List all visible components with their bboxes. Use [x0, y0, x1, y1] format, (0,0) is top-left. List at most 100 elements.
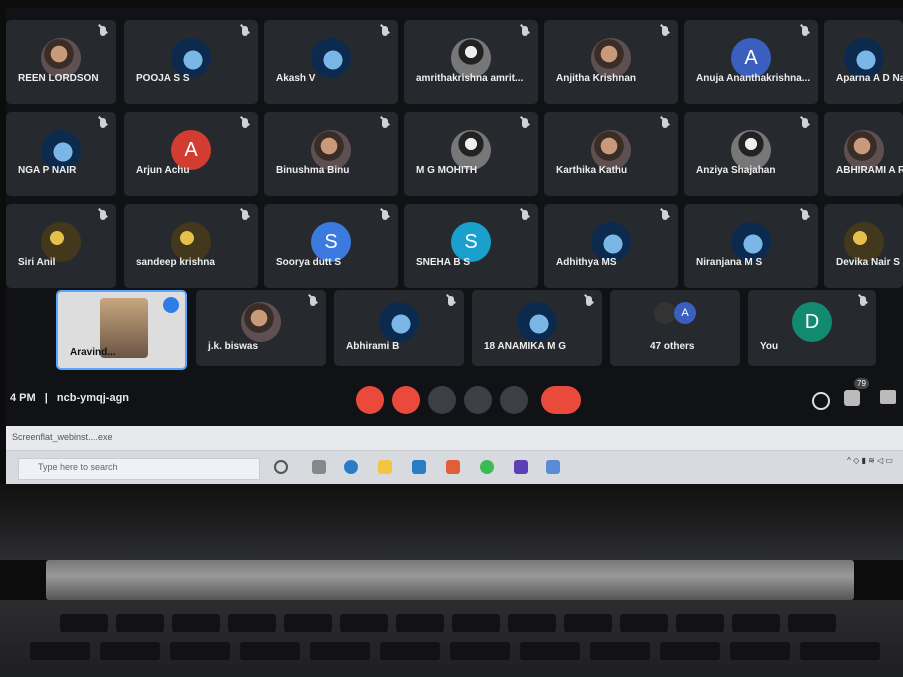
chat-icon[interactable]	[880, 390, 896, 404]
mic-muted-icon	[522, 26, 528, 36]
participant-avatar	[41, 222, 81, 262]
mic-muted-icon	[242, 26, 248, 36]
participant-tile[interactable]: Devika Nair S B	[824, 204, 903, 288]
leave-call-button[interactable]	[541, 386, 581, 414]
participant-tile[interactable]: A Arjun Achu	[124, 112, 258, 196]
participant-tile[interactable]: Siri Anil	[6, 204, 116, 288]
cortana-icon[interactable]	[274, 460, 288, 474]
participant-tile[interactable]: Binushma Binu	[264, 112, 398, 196]
meeting-time: 4 PM	[10, 392, 36, 404]
participant-tile[interactable]: Anziya Shajahan	[684, 112, 818, 196]
keyboard-key	[172, 614, 220, 632]
download-bar: Screenflat_webinst....exe	[6, 426, 903, 451]
app-icon[interactable]	[546, 460, 560, 474]
mic-muted-icon	[522, 118, 528, 128]
participant-name: M G MOHITH	[416, 165, 478, 176]
mic-muted-icon	[802, 26, 808, 36]
office-icon[interactable]	[446, 460, 460, 474]
meeting-info: 4 PM | ncb-ymqj-agn	[10, 392, 130, 404]
participant-avatar	[41, 130, 81, 170]
participant-avatar	[241, 302, 281, 342]
mic-toggle-button[interactable]	[356, 386, 384, 414]
tray-icons[interactable]: ^ ◇ ▮ ≋ ◁ ▭	[847, 456, 893, 465]
participant-name: 18 ANAMIKA M G	[484, 341, 567, 352]
participant-tile[interactable]: M G MOHITH	[404, 112, 538, 196]
participant-tile[interactable]: POOJA S S	[124, 20, 258, 104]
info-icon[interactable]	[812, 392, 830, 410]
participant-name: SNEHA B S	[416, 257, 471, 268]
participant-tile[interactable]: Abhirami B	[334, 290, 464, 366]
camera-toggle-button[interactable]	[392, 386, 420, 414]
keyboard-key	[676, 614, 724, 632]
file-explorer-icon[interactable]	[378, 460, 392, 474]
participant-avatar	[451, 38, 491, 78]
participant-tile[interactable]: Adhithya MS	[544, 204, 678, 288]
participant-tile[interactable]: sandeep krishna	[124, 204, 258, 288]
participant-avatar	[311, 38, 351, 78]
self-tile[interactable]: D You	[748, 290, 876, 366]
participant-tile[interactable]: amrithakrishna amrit...	[404, 20, 538, 104]
participant-tile[interactable]: Karthika Kathu	[544, 112, 678, 196]
laptop-screen: REEN LORDSON POOJA S S Akash V amrithakr…	[6, 8, 903, 484]
keyboard-key	[100, 642, 160, 660]
more-options-icon[interactable]	[163, 297, 179, 313]
mic-muted-icon	[662, 118, 668, 128]
mic-muted-icon	[382, 210, 388, 220]
participant-tile[interactable]: 18 ANAMIKA M G	[472, 290, 602, 366]
keyboard-key	[452, 614, 500, 632]
participant-avatar	[379, 302, 419, 342]
teams-icon[interactable]	[514, 460, 528, 474]
mic-muted-icon	[662, 210, 668, 220]
participant-name: Anjitha Krishnan	[556, 73, 637, 84]
mic-muted-icon	[522, 210, 528, 220]
more-options-button[interactable]	[500, 386, 528, 414]
participant-name: j.k. biswas	[208, 341, 259, 352]
edge-icon[interactable]	[344, 460, 358, 474]
mic-muted-icon	[382, 118, 388, 128]
people-icon[interactable]	[844, 390, 860, 406]
windows-taskbar: Screenflat_webinst....exe Type here to s…	[6, 426, 903, 484]
keyboard-key	[508, 614, 556, 632]
participant-name: Arjun Achu	[136, 165, 190, 176]
participant-tile[interactable]: NGA P NAIR	[6, 112, 116, 196]
participant-avatar	[311, 130, 351, 170]
chrome-icon[interactable]	[480, 460, 494, 474]
mic-muted-icon	[448, 296, 454, 306]
participant-tile[interactable]: S SNEHA B S	[404, 204, 538, 288]
participant-name: sandeep krishna	[136, 257, 215, 268]
captions-button[interactable]	[428, 386, 456, 414]
people-count-badge: 79	[854, 378, 869, 389]
participant-tile[interactable]: Aparna A D Nair	[824, 20, 903, 104]
keyboard-key	[116, 614, 164, 632]
participant-tile[interactable]: Akash V	[264, 20, 398, 104]
participant-tile[interactable]: Niranjana M S	[684, 204, 818, 288]
mic-muted-icon	[100, 26, 106, 36]
present-button[interactable]	[464, 386, 492, 414]
mic-muted-icon	[802, 210, 808, 220]
mic-muted-icon	[382, 26, 388, 36]
keyboard-key	[520, 642, 580, 660]
store-icon[interactable]	[412, 460, 426, 474]
participant-name: REEN LORDSON	[18, 73, 99, 84]
participant-tile[interactable]: j.k. biswas	[196, 290, 326, 366]
mic-muted-icon	[242, 118, 248, 128]
participant-tile[interactable]: Anjitha Krishnan	[544, 20, 678, 104]
participant-avatar	[171, 38, 211, 78]
task-view-icon[interactable]	[312, 460, 326, 474]
download-filename[interactable]: Screenflat_webinst....exe	[12, 432, 113, 442]
participant-name: Binushma Binu	[276, 165, 350, 176]
participant-tile[interactable]: REEN LORDSON	[6, 20, 116, 104]
participant-initial-avatar: D	[792, 302, 832, 342]
mic-muted-icon	[662, 26, 668, 36]
pinned-participant-tile[interactable]: Aravind...	[56, 290, 187, 370]
keyboard-key	[228, 614, 276, 632]
others-tile[interactable]: A 47 others	[610, 290, 740, 366]
keyboard-key	[380, 642, 440, 660]
participant-name: Anuja Ananthakrishna...	[696, 73, 811, 84]
keyboard-key	[170, 642, 230, 660]
participant-tile[interactable]: S Soorya dutt S	[264, 204, 398, 288]
participant-tile[interactable]: ABHIRAMI A R	[824, 112, 903, 196]
participant-tile[interactable]: A Anuja Ananthakrishna...	[684, 20, 818, 104]
mic-muted-icon	[802, 118, 808, 128]
mic-muted-icon	[100, 118, 106, 128]
